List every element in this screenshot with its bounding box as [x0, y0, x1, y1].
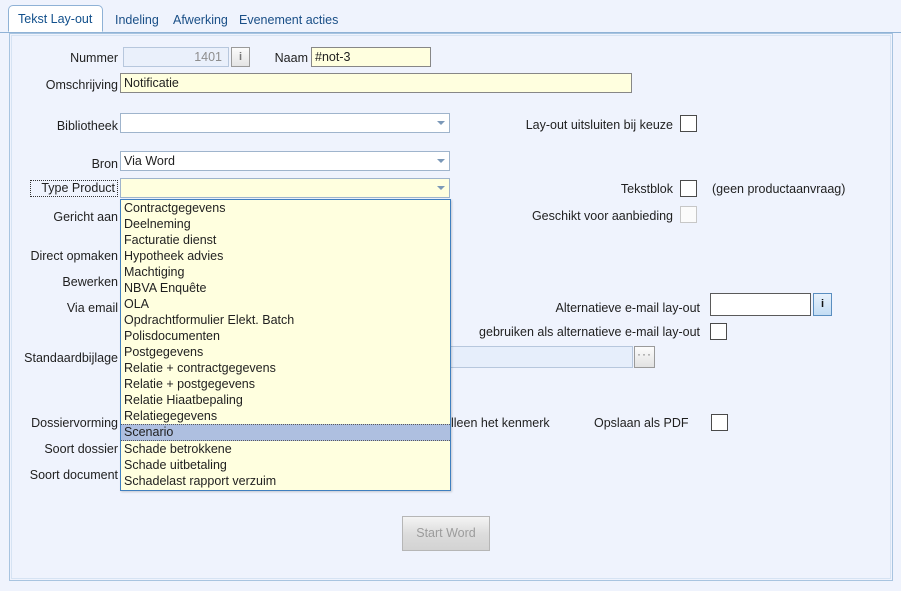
dropdown-option-selected[interactable]: Scenario [121, 424, 450, 441]
dropdown-option[interactable]: Schadelast rapport verzuim [121, 473, 450, 489]
dropdown-option-label: Relatie + contractgegevens [124, 361, 276, 375]
alt-email-layout-info-button[interactable]: i [813, 293, 832, 316]
dropdown-option[interactable]: Opdrachtformulier Elekt. Batch [121, 312, 450, 328]
label-layout-uitsluiten: Lay-out uitsluiten bij keuze [525, 118, 673, 132]
label-bibliotheek: Bibliotheek [56, 119, 118, 133]
label-geschikt-aanbieding: Geschikt voor aanbieding [531, 209, 673, 223]
label-bewerken: Bewerken [62, 275, 118, 289]
dropdown-option[interactable]: Contractgegevens [121, 200, 450, 216]
dropdown-option[interactable]: Relatie + contractgegevens [121, 360, 450, 376]
tekstblok-note: (geen productaanvraag) [712, 182, 846, 196]
type-product-dropdown-list[interactable]: Contractgegevens Deelneming Facturatie die… [120, 199, 451, 491]
opslaan-pdf-checkbox[interactable] [711, 414, 728, 431]
bibliotheek-combobox[interactable] [120, 113, 450, 133]
label-gebruiken-als-alt: gebruiken als alternatieve e-mail lay-ou… [479, 325, 700, 339]
dropdown-option-label: Relatiegegevens [124, 409, 218, 423]
naam-input[interactable]: #not-3 [311, 47, 431, 67]
dropdown-option[interactable]: Schade betrokkene [121, 441, 450, 457]
label-opslaan-pdf: Opslaan als PDF [594, 416, 689, 430]
chevron-down-icon [437, 121, 445, 125]
standaardbijlage-path-field [448, 346, 633, 368]
tab-label: Evenement acties [239, 13, 339, 27]
label-omschrijving: Omschrijving [45, 78, 118, 92]
tab-evenement-acties[interactable]: Evenement acties [229, 6, 348, 33]
tab-label: Indeling [115, 13, 159, 27]
dropdown-option-label: Relatie + postgegevens [124, 377, 255, 391]
label-soort-dossier: Soort dossier [44, 442, 118, 456]
dropdown-option-label: Polisdocumenten [124, 329, 220, 343]
dropdown-option-label: Postgegevens [124, 345, 204, 359]
dropdown-option[interactable]: Hypotheek advies [121, 248, 450, 264]
label-standaardbijlage: Standaardbijlage [24, 351, 118, 365]
label-dossiervorming: Dossiervorming [31, 416, 118, 430]
label-nummer: Nummer [70, 51, 118, 65]
dropdown-option-label: NBVA Enquête [124, 281, 207, 295]
dropdown-option-label: Schade uitbetaling [124, 458, 227, 472]
tab-label: Afwerking [173, 13, 228, 27]
gebruiken-als-alt-checkbox[interactable] [710, 323, 727, 340]
label-type-product: Type Product [30, 180, 118, 197]
dropdown-option[interactable]: Relatie Hiaatbepaling [121, 392, 450, 408]
tab-bar: Tekst Lay-out Indeling Afwerking Eveneme… [0, 0, 901, 33]
label-alt-email-layout: Alternatieve e-mail lay-out [555, 301, 700, 315]
dropdown-option-label: Opdrachtformulier Elekt. Batch [124, 313, 295, 327]
dropdown-option[interactable]: Schade uitbetaling [121, 457, 450, 473]
dropdown-option[interactable]: Machtiging [121, 264, 450, 280]
dropdown-option-label: Contractgegevens [124, 201, 226, 215]
tab-tekst-layout[interactable]: Tekst Lay-out [8, 5, 103, 32]
label-bron: Bron [91, 157, 118, 171]
bron-value: Via Word [124, 154, 175, 168]
dropdown-option[interactable]: OLA [121, 296, 450, 312]
dropdown-option-label: Scenario [124, 425, 174, 439]
tab-indeling[interactable]: Indeling [105, 6, 169, 33]
dropdown-option[interactable]: Facturatie dienst [121, 232, 450, 248]
label-naam: Naam [274, 51, 308, 65]
alt-email-layout-input[interactable] [710, 293, 811, 316]
tab-label: Tekst Lay-out [18, 12, 93, 26]
type-product-combobox[interactable] [120, 178, 450, 198]
dropdown-option-label: Deelneming [124, 217, 191, 231]
dropdown-option-label: Hypotheek advies [124, 249, 224, 263]
layout-uitsluiten-checkbox[interactable] [680, 115, 697, 132]
browse-button[interactable]: ··· [634, 346, 655, 368]
chevron-down-icon[interactable] [437, 186, 445, 190]
dropdown-option-label: Relatie Hiaatbepaling [124, 393, 243, 407]
ellipsis-icon: ··· [637, 347, 652, 361]
start-word-label: Start Word [416, 526, 476, 540]
bron-combobox[interactable]: Via Word [120, 151, 450, 171]
info-icon: i [820, 298, 825, 310]
dropdown-option[interactable]: Relatiegegevens [121, 408, 450, 424]
label-tekstblok: Tekstblok [620, 182, 673, 196]
dropdown-option[interactable]: Deelneming [121, 216, 450, 232]
dropdown-option-label: Schade betrokkene [124, 442, 232, 456]
dropdown-option-label: Machtiging [124, 265, 185, 279]
dropdown-option-label: Facturatie dienst [124, 233, 217, 247]
label-direct-opmaken: Direct opmaken [30, 249, 118, 263]
dropdown-option[interactable]: NBVA Enquête [121, 280, 450, 296]
chevron-down-icon [437, 159, 445, 163]
dropdown-option[interactable]: Postgegevens [121, 344, 450, 360]
dropdown-option[interactable]: Polisdocumenten [121, 328, 450, 344]
tab-afwerking[interactable]: Afwerking [163, 6, 238, 33]
label-alleen-kenmerk: lleen het kenmerk [451, 416, 550, 430]
omschrijving-input[interactable]: Notificatie [120, 73, 632, 93]
start-word-button[interactable]: Start Word [402, 516, 490, 551]
dropdown-option-label: Schadelast rapport verzuim [124, 474, 277, 488]
dropdown-option[interactable]: Relatie + postgegevens [121, 376, 450, 392]
dropdown-option-label: OLA [124, 297, 150, 311]
label-soort-document: Soort document [29, 468, 118, 482]
label-via-email: Via email [66, 301, 118, 315]
label-gericht-aan: Gericht aan [53, 210, 118, 224]
geschikt-aanbieding-checkbox [680, 206, 697, 223]
tekstblok-checkbox[interactable] [680, 180, 697, 197]
